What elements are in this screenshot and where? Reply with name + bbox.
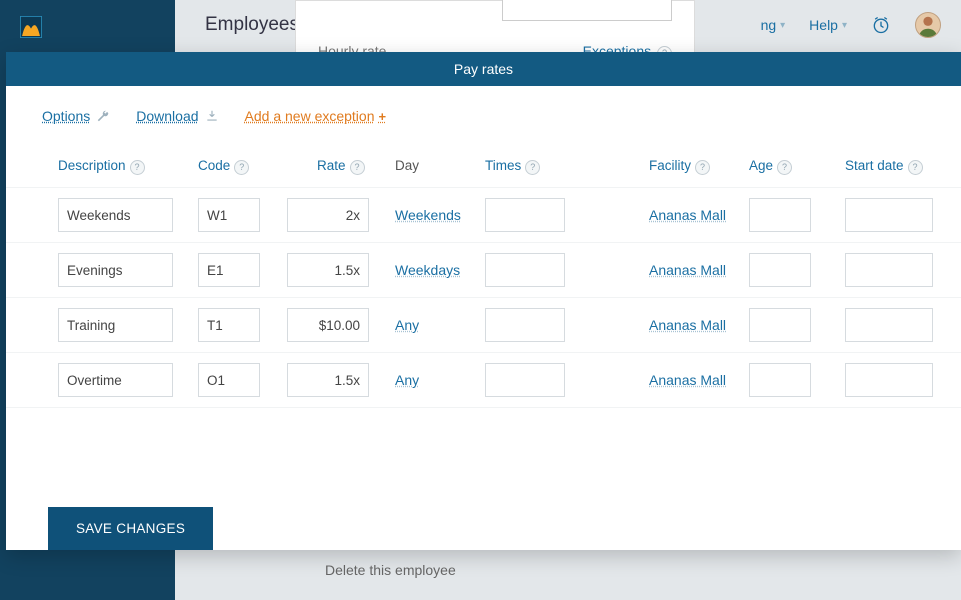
wrench-icon [96, 109, 110, 123]
table-row: Weekdays Ananas Mall [6, 242, 961, 298]
start-date-input[interactable] [845, 198, 933, 232]
options-link[interactable]: Options [42, 108, 110, 124]
pay-rates-modal: Pay rates Options Download Add a new exc… [6, 52, 961, 550]
exceptions-table: Description? Code? Rate? Day Times? Faci… [6, 128, 961, 483]
table-header-row: Description? Code? Rate? Day Times? Faci… [6, 128, 961, 187]
help-icon[interactable]: ? [130, 160, 145, 175]
help-icon[interactable]: ? [350, 160, 365, 175]
code-input[interactable] [198, 308, 260, 342]
page-title: Employees [205, 14, 299, 36]
modal-title: Pay rates [6, 52, 961, 86]
header-rate: Rate? [287, 158, 395, 175]
header-age: Age? [749, 158, 845, 175]
bg-input [502, 0, 672, 21]
rate-input[interactable] [287, 198, 369, 232]
times-input[interactable] [485, 308, 565, 342]
day-link[interactable]: Any [395, 372, 419, 388]
code-input[interactable] [198, 198, 260, 232]
help-icon[interactable]: ? [234, 160, 249, 175]
modal-toolbar: Options Download Add a new exception + [6, 86, 961, 128]
add-exception-link[interactable]: Add a new exception + [245, 108, 387, 124]
header-day: Day [395, 158, 485, 175]
description-input[interactable] [58, 363, 173, 397]
facility-link[interactable]: Ananas Mall [649, 207, 726, 223]
download-icon [205, 109, 219, 123]
start-date-input[interactable] [845, 363, 933, 397]
table-row: Any Ananas Mall [6, 352, 961, 408]
header-times: Times? [485, 158, 649, 175]
help-icon[interactable]: ? [777, 160, 792, 175]
rate-input[interactable] [287, 253, 369, 287]
age-input[interactable] [749, 253, 811, 287]
code-input[interactable] [198, 363, 260, 397]
help-icon[interactable]: ? [695, 160, 710, 175]
day-link[interactable]: Weekdays [395, 262, 460, 278]
day-link[interactable]: Weekends [395, 207, 461, 223]
help-icon[interactable]: ? [525, 160, 540, 175]
code-input[interactable] [198, 253, 260, 287]
start-date-input[interactable] [845, 308, 933, 342]
header-facility: Facility? [649, 158, 749, 175]
clock-icon[interactable] [871, 15, 891, 35]
rate-input[interactable] [287, 363, 369, 397]
help-menu[interactable]: Help▾ [809, 17, 847, 33]
day-link[interactable]: Any [395, 317, 419, 333]
header-code: Code? [198, 158, 287, 175]
description-input[interactable] [58, 198, 173, 232]
age-input[interactable] [749, 308, 811, 342]
save-button[interactable]: SAVE CHANGES [48, 507, 213, 550]
times-input[interactable] [485, 363, 565, 397]
description-input[interactable] [58, 308, 173, 342]
description-input[interactable] [58, 253, 173, 287]
plus-icon: + [379, 109, 387, 124]
rate-input[interactable] [287, 308, 369, 342]
table-row: Weekends Ananas Mall [6, 187, 961, 243]
age-input[interactable] [749, 363, 811, 397]
table-row: Any Ananas Mall [6, 297, 961, 353]
delete-employee-link[interactable]: Delete this employee [325, 562, 456, 578]
facility-link[interactable]: Ananas Mall [649, 317, 726, 333]
help-icon[interactable]: ? [908, 160, 923, 175]
facility-link[interactable]: Ananas Mall [649, 372, 726, 388]
age-input[interactable] [749, 198, 811, 232]
logo-icon [18, 14, 44, 40]
avatar[interactable] [915, 12, 941, 38]
header-start-date: Start date? [845, 158, 955, 175]
download-link[interactable]: Download [136, 108, 218, 124]
facility-link[interactable]: Ananas Mall [649, 262, 726, 278]
times-input[interactable] [485, 253, 565, 287]
header-description: Description? [58, 158, 198, 175]
times-input[interactable] [485, 198, 565, 232]
nav-truncated[interactable]: ng▾ [761, 17, 786, 33]
start-date-input[interactable] [845, 253, 933, 287]
